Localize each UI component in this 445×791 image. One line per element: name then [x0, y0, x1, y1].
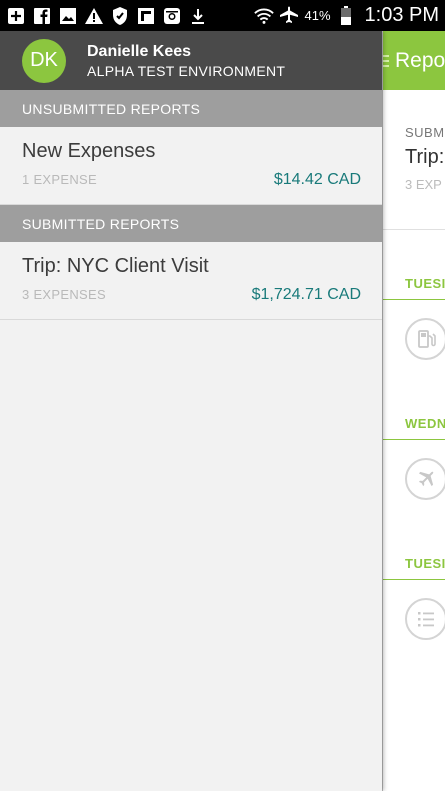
wifi-icon: [254, 6, 275, 26]
instagram-icon: [162, 6, 182, 26]
report-amount: $1,724.71 CAD: [251, 286, 361, 303]
app-bar: Repo: [383, 31, 445, 90]
add-box-icon: [6, 6, 26, 26]
airplane-icon: [405, 458, 445, 500]
user-profile-header[interactable]: DK Danielle Kees ALPHA TEST ENVIRONMENT: [0, 31, 382, 90]
section-header-unsubmitted: UNSUBMITTED REPORTS: [0, 90, 382, 127]
expense-row[interactable]: [383, 300, 445, 404]
battery-percent: 41%: [304, 8, 331, 23]
list-icon: [405, 598, 445, 640]
user-name: Danielle Kees: [87, 42, 192, 60]
report-title: Trip: NYC Client Visit: [22, 255, 209, 277]
gas-pump-icon: [405, 318, 445, 360]
avatar: DK: [22, 38, 66, 83]
report-status-label: SUBM: [405, 125, 445, 140]
system-status: 41% 1:03 PM: [254, 4, 439, 27]
expense-count: 3 EXP: [405, 177, 442, 192]
report-summary: SUBM Trip: 3 EXP: [383, 90, 445, 230]
menu-icon[interactable]: [383, 54, 389, 67]
report-meta: 1 EXPENSE $14.42 CAD: [22, 171, 361, 189]
airplane-icon: [279, 6, 299, 26]
clock: 1:03 PM: [364, 4, 439, 26]
report-meta: 3 EXPENSES $1,724.71 CAD: [22, 286, 361, 304]
report-title: New Expenses: [22, 140, 156, 162]
expense-row[interactable]: [383, 440, 445, 544]
report-amount: $14.42 CAD: [273, 171, 361, 188]
status-bar: 41% 1:03 PM: [0, 0, 445, 31]
screen-title: Repo: [395, 48, 445, 72]
app-screen: 41% 1:03 PM Repo SUBM Trip: 3 EXP TUESI …: [0, 0, 445, 791]
battery-icon: [336, 5, 356, 26]
shield-icon: [110, 6, 130, 26]
image-icon: [58, 6, 78, 26]
expense-row[interactable]: [383, 580, 445, 684]
report-item-new-expenses[interactable]: New Expenses 1 EXPENSE $14.42 CAD: [0, 127, 382, 205]
facebook-icon: [32, 6, 52, 26]
navigation-drawer: DK Danielle Kees ALPHA TEST ENVIRONMENT …: [0, 31, 382, 791]
day-header: TUESI: [383, 264, 445, 300]
day-header: TUESI: [383, 544, 445, 580]
report-detail-screen: Repo SUBM Trip: 3 EXP TUESI WEDN TUESI: [382, 31, 445, 791]
user-info: Danielle Kees ALPHA TEST ENVIRONMENT: [87, 43, 285, 79]
report-item-nyc-client-visit[interactable]: Trip: NYC Client Visit 3 EXPENSES $1,724…: [0, 242, 382, 320]
report-title: Trip:: [405, 146, 445, 168]
day-header: WEDN: [383, 404, 445, 440]
warning-icon: [84, 6, 104, 26]
section-header-submitted: SUBMITTED REPORTS: [0, 205, 382, 242]
notification-icons: [6, 6, 208, 26]
expense-count: 3 EXPENSES: [22, 287, 106, 302]
flipboard-icon: [136, 6, 156, 26]
environment-name: ALPHA TEST ENVIRONMENT: [87, 62, 286, 79]
expense-count: 1 EXPENSE: [22, 172, 97, 187]
download-icon: [188, 6, 208, 26]
